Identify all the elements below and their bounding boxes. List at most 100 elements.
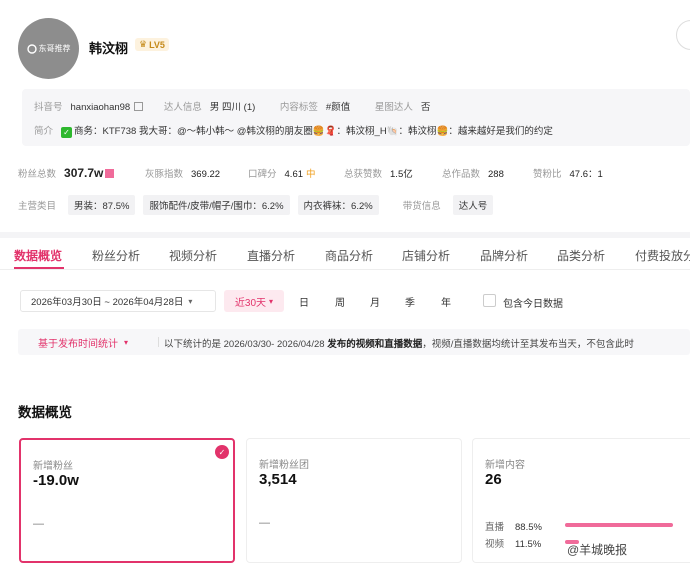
profile-info-box: 抖音号 hanxiaohan98 达人信息男 四川 (1) 内容标签 #颜值 星图达… bbox=[22, 89, 690, 146]
level-badge: ♛ LV5 bbox=[135, 38, 169, 51]
copy-icon[interactable] bbox=[134, 102, 144, 111]
breakdown-bar-fill bbox=[565, 523, 673, 527]
profile-card: 东哥推荐 韩汶栩 ♛ LV5 抖音号 hanxiaohan98 达人信息男 四川 … bbox=[0, 0, 690, 232]
tab-paid[interactable]: 付费投放分 bbox=[635, 247, 690, 264]
analysis-tabs: 数据概览 粉丝分析 视频分析 直播分析 商品分析 店铺分析 品牌分析 品类分析 … bbox=[0, 238, 690, 270]
breakdown-label: 直播 bbox=[485, 522, 505, 533]
breakdown-label: 视频 bbox=[485, 539, 505, 550]
chevron-down-icon: ▾ bbox=[124, 337, 129, 347]
tab-category[interactable]: 品类分析 bbox=[557, 247, 605, 264]
notice-text: 以下统计的是 2026/03/30- 2026/04/28 发布的视频和直播数据… bbox=[164, 336, 634, 350]
category-chip: 内衣裤袜：6.2% bbox=[297, 195, 379, 215]
field-label: 星图达人 bbox=[374, 102, 413, 113]
metric-label: 新增内容 bbox=[485, 460, 525, 471]
level-text: LV5 bbox=[149, 39, 165, 50]
avatar[interactable]: 东哥推荐 bbox=[18, 18, 79, 79]
bio-text: 商务：KTF738 我大哥：@～韩小韩～ @韩汶栩的朋友圈🍔🧣：韩汶栩_H🐚：韩… bbox=[74, 126, 553, 137]
include-today-checkbox[interactable] bbox=[483, 294, 496, 307]
tab-fans[interactable]: 粉丝分析 bbox=[92, 247, 140, 264]
stat-basis-label: 基于发布时间统计 bbox=[38, 338, 118, 350]
breakdown-live: 直播 88.5% bbox=[485, 519, 673, 533]
period-label: 近30天 bbox=[234, 297, 267, 309]
stat-basis-dropdown[interactable]: 基于发布时间统计 ▾ bbox=[18, 329, 158, 355]
breakdown-video: 视频 11.5% bbox=[485, 536, 580, 550]
tab-shop[interactable]: 店铺分析 bbox=[402, 247, 450, 264]
selected-check-icon: ✓ bbox=[215, 445, 229, 459]
creator-info: 男 四川 (1) bbox=[209, 102, 256, 113]
tab-overview[interactable]: 数据概览 bbox=[14, 247, 62, 264]
date-range-picker[interactable]: 2026年03月30日 ~ 2026年04月28日 ▾ bbox=[20, 290, 216, 312]
metric-label: 新增粉丝团 bbox=[259, 460, 309, 471]
metric-label: 新增粉丝 bbox=[33, 461, 73, 472]
stat-likes: 总获赞数 1.5亿 bbox=[344, 166, 413, 180]
stat-value: 1.5亿 bbox=[390, 169, 413, 180]
chevron-down-icon: ▾ bbox=[188, 296, 193, 306]
section-title: 数据概览 bbox=[18, 405, 72, 420]
stat-value: 4.61 bbox=[284, 169, 304, 180]
profile-name: 韩汶栩 bbox=[89, 41, 129, 56]
bio-label: 简介 bbox=[34, 126, 54, 137]
stat-value: 47.6：1 bbox=[569, 169, 603, 180]
breakdown-bar-track bbox=[565, 523, 687, 527]
tab-video[interactable]: 视频分析 bbox=[169, 247, 217, 264]
category-row: 主营类目 男装：87.5% 服饰配件/皮带/帽子/围巾：6.2% 内衣裤袜：6.2% 带… bbox=[18, 195, 501, 215]
tab-brand[interactable]: 品牌分析 bbox=[480, 247, 528, 264]
stat-value: 369.22 bbox=[191, 169, 221, 180]
period-day[interactable]: 日 bbox=[292, 290, 316, 312]
goods-chip: 达人号 bbox=[452, 195, 494, 215]
more-button[interactable] bbox=[676, 20, 690, 50]
tab-indicator bbox=[14, 267, 64, 269]
watermark: @羊城晚报 bbox=[567, 543, 628, 557]
stat-works: 总作品数 288 bbox=[442, 166, 504, 180]
profile-fields: 抖音号 hanxiaohan98 达人信息男 四川 (1) 内容标签 #颜值 星图达… bbox=[34, 99, 452, 113]
stat-index: 灰豚指数 369.22 bbox=[145, 166, 220, 180]
divider bbox=[158, 337, 159, 347]
field-label: 抖音号 bbox=[34, 102, 63, 113]
metric-value: 26 bbox=[485, 471, 502, 488]
period-year[interactable]: 年 bbox=[434, 290, 458, 312]
douyin-id: hanxiaohan98 bbox=[70, 102, 131, 113]
xingtu-status: 否 bbox=[420, 102, 431, 113]
avatar-logo: 东哥推荐 bbox=[26, 43, 71, 54]
category-label: 主营类目 bbox=[18, 201, 57, 212]
avatar-text: 东哥推荐 bbox=[38, 44, 71, 53]
bio-row: 简介 ✓ 商务：KTF738 我大哥：@～韩小韩～ @韩汶栩的朋友圈🍔🧣：韩汶栩_H… bbox=[34, 123, 575, 138]
flag-icon bbox=[105, 169, 115, 178]
period-quarter[interactable]: 季 bbox=[398, 290, 422, 312]
stat-label: 总作品数 bbox=[442, 169, 481, 180]
category-chip: 男装：87.5% bbox=[68, 195, 136, 215]
stat-value: 307.7w bbox=[64, 166, 104, 180]
category-chip: 服饰配件/皮带/帽子/围巾：6.2% bbox=[143, 195, 290, 215]
logo-icon bbox=[26, 43, 37, 54]
field-label: 内容标签 bbox=[279, 102, 318, 113]
metric-card-new-fans[interactable]: 新增粉丝 -19.0w — ✓ bbox=[19, 438, 235, 563]
period-week[interactable]: 周 bbox=[328, 290, 352, 312]
metric-sub: — bbox=[33, 518, 44, 530]
period-month[interactable]: 月 bbox=[363, 290, 387, 312]
stat-reputation: 口碑分 4.61 中 bbox=[248, 166, 316, 180]
breakdown-percent: 88.5% bbox=[515, 522, 542, 533]
metric-card-new-fan-club[interactable]: 新增粉丝团 3,514 — bbox=[246, 438, 462, 563]
stat-ratio: 赞粉比 47.6：1 bbox=[533, 166, 603, 180]
notice-suffix: ，视频/直播数据均统计至其发布当天，不包含此时 bbox=[422, 339, 634, 350]
notice-bold: 发布的视频和直播数据 bbox=[327, 339, 423, 350]
field-label: 达人信息 bbox=[163, 102, 202, 113]
breakdown-percent: 11.5% bbox=[515, 539, 542, 550]
stat-notice: 基于发布时间统计 ▾ 以下统计的是 2026/03/30- 2026/04/28 … bbox=[18, 329, 690, 355]
include-today-label: 包含今日数据 bbox=[503, 299, 563, 310]
stat-label: 赞粉比 bbox=[533, 169, 562, 180]
metric-sub: — bbox=[259, 517, 270, 529]
stat-label: 总获赞数 bbox=[344, 169, 383, 180]
stat-value: 288 bbox=[488, 169, 504, 180]
stat-label: 口碑分 bbox=[248, 169, 277, 180]
stat-fans: 粉丝总数 307.7w bbox=[18, 166, 115, 180]
goods-label: 带货信息 bbox=[402, 201, 441, 212]
reputation-badge: 中 bbox=[306, 169, 316, 180]
tab-goods[interactable]: 商品分析 bbox=[325, 247, 373, 264]
content-tag: #颜值 bbox=[325, 102, 351, 113]
check-icon: ✓ bbox=[61, 127, 73, 138]
period-30d[interactable]: 近30天 ▾ bbox=[224, 290, 284, 312]
date-range-text: 2026年03月30日 ~ 2026年04月28日 bbox=[31, 297, 184, 308]
tab-live[interactable]: 直播分析 bbox=[247, 247, 295, 264]
crown-icon: ♛ bbox=[139, 39, 148, 49]
